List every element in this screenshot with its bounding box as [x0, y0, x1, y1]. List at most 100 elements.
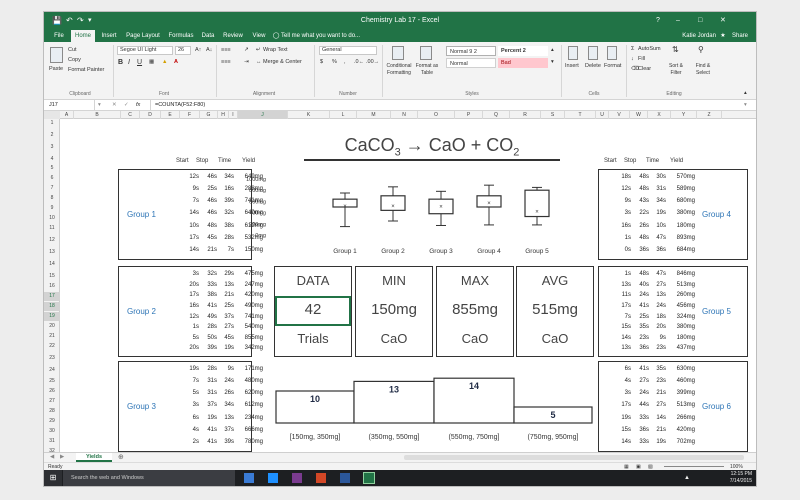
row-header[interactable]: 13 [44, 248, 60, 257]
align-top-icon[interactable]: ≡≡≡ [221, 47, 231, 54]
clock[interactable]: 12:15 PM 7/14/2015 [704, 471, 752, 485]
next-sheet-icon[interactable]: ▶ [60, 454, 64, 460]
wrap-text-button[interactable]: Wrap Text [263, 47, 288, 54]
decrease-decimal-icon[interactable]: .00→ [366, 59, 379, 66]
task-view-icon[interactable] [244, 473, 254, 483]
column-header[interactable]: C [121, 111, 140, 119]
column-header[interactable]: S [541, 111, 565, 119]
find-select-button[interactable]: Find & Select [690, 63, 716, 77]
minimize-button[interactable]: – [676, 12, 680, 30]
name-box[interactable]: J17 [47, 100, 95, 111]
row-header[interactable]: 16 [44, 282, 60, 291]
column-header[interactable]: R [510, 111, 541, 119]
row-header[interactable]: 15 [44, 272, 60, 281]
column-header[interactable]: V [609, 111, 630, 119]
edge-icon[interactable] [268, 473, 278, 483]
system-tray-icon[interactable]: ▲ [684, 470, 690, 486]
row-header[interactable]: 19 [44, 312, 60, 321]
tab-data[interactable]: Data [198, 30, 218, 42]
align-left-icon[interactable]: ≡≡≡ [221, 59, 231, 66]
excel-icon[interactable] [363, 472, 375, 484]
fill-button[interactable]: Fill [638, 56, 645, 63]
format-button[interactable]: Format [604, 63, 621, 70]
font-name-select[interactable]: Segoe UI Light [117, 46, 173, 55]
row-header[interactable]: 28 [44, 407, 60, 416]
tab-view[interactable]: View [248, 30, 270, 42]
onenote-icon[interactable] [292, 473, 302, 483]
column-header[interactable]: X [648, 111, 671, 119]
delete-button[interactable]: Delete [585, 63, 601, 70]
row-header[interactable]: 10 [44, 214, 60, 223]
column-header[interactable]: J [238, 111, 288, 119]
format-cells-icon[interactable] [607, 46, 617, 60]
borders-icon[interactable]: ▦ [149, 59, 154, 66]
tab-page-layout[interactable]: Page Layout [123, 30, 163, 42]
row-header[interactable]: 12 [44, 236, 60, 245]
column-header[interactable]: T [565, 111, 596, 119]
insert-cells-icon[interactable] [568, 46, 578, 60]
confirm-entry-icon[interactable]: ✓ [124, 100, 129, 111]
insert-button[interactable]: Insert [565, 63, 579, 70]
fill-color-icon[interactable]: ▲ [162, 59, 167, 66]
close-button[interactable]: ✕ [720, 12, 726, 30]
tell-me-box[interactable]: Tell me what you want to do... [281, 30, 391, 42]
zoom-slider[interactable] [664, 466, 724, 467]
column-header[interactable]: E [161, 111, 180, 119]
maximize-button[interactable]: □ [698, 12, 702, 30]
row-header[interactable]: 23 [44, 354, 60, 363]
row-header[interactable]: 30 [44, 427, 60, 436]
collapse-ribbon-icon[interactable]: ▴ [744, 90, 747, 97]
row-header[interactable]: 21 [44, 332, 60, 341]
shrink-font-icon[interactable]: A↓ [206, 47, 212, 54]
conditional-formatting-button[interactable]: Conditional Formatting [386, 63, 412, 77]
styles-scroll-up-icon[interactable]: ▴ [551, 47, 554, 54]
expand-formula-bar-icon[interactable]: ▾ [744, 100, 747, 111]
column-header[interactable]: Z [697, 111, 722, 119]
row-header[interactable]: 29 [44, 417, 60, 426]
italic-button[interactable]: I [128, 59, 130, 66]
row-header[interactable]: 27 [44, 397, 60, 406]
column-header[interactable]: Q [483, 111, 510, 119]
column-header[interactable]: D [140, 111, 161, 119]
row-header[interactable]: 17 [44, 292, 60, 301]
conditional-formatting-icon[interactable] [392, 46, 404, 60]
delete-cells-icon[interactable] [588, 46, 598, 60]
style-normal-9-2[interactable]: Normal 9 2 [446, 46, 496, 56]
column-header[interactable]: U [596, 111, 609, 119]
user-name[interactable]: Katie Jordan [672, 30, 716, 42]
row-header[interactable]: 31 [44, 437, 60, 446]
row-header[interactable]: 26 [44, 387, 60, 396]
column-header[interactable]: K [288, 111, 330, 119]
font-size-select[interactable]: 26 [175, 46, 191, 55]
sheet-tab-yields[interactable]: Yields [76, 453, 112, 462]
column-header[interactable]: O [418, 111, 455, 119]
prev-sheet-icon[interactable]: ◀ [50, 454, 54, 460]
share-button[interactable]: Share [728, 30, 752, 42]
row-header[interactable]: 1 [44, 119, 60, 128]
row-header[interactable]: 3 [44, 143, 60, 152]
column-header[interactable]: N [391, 111, 418, 119]
comma-button[interactable]: , [344, 59, 346, 66]
autosum-button[interactable]: AutoSum [638, 46, 661, 53]
column-header[interactable]: P [455, 111, 483, 119]
name-box-dropdown-icon[interactable]: ▾ [98, 100, 101, 111]
bold-button[interactable]: B [118, 59, 123, 66]
help-button[interactable]: ? [656, 12, 660, 30]
column-header[interactable]: L [330, 111, 357, 119]
grow-font-icon[interactable]: A↑ [195, 47, 201, 54]
font-color-icon[interactable]: A [174, 59, 178, 66]
row-header[interactable]: 11 [44, 224, 60, 233]
column-header[interactable]: Y [671, 111, 697, 119]
indent-icon[interactable]: ⇥ [244, 59, 249, 66]
row-header[interactable]: 8 [44, 194, 60, 203]
styles-more-icon[interactable]: ▾ [551, 59, 554, 66]
row-header[interactable]: 20 [44, 322, 60, 331]
row-header[interactable]: 22 [44, 342, 60, 351]
tab-home[interactable]: Home [71, 30, 95, 42]
merge-center-button[interactable]: Merge & Center [263, 59, 302, 66]
windows-start-icon[interactable]: ⊞ [44, 470, 62, 486]
tab-formulas[interactable]: Formulas [165, 30, 197, 42]
column-header[interactable]: I [229, 111, 238, 119]
percent-button[interactable]: % [332, 59, 337, 66]
format-as-table-icon[interactable] [420, 46, 432, 60]
